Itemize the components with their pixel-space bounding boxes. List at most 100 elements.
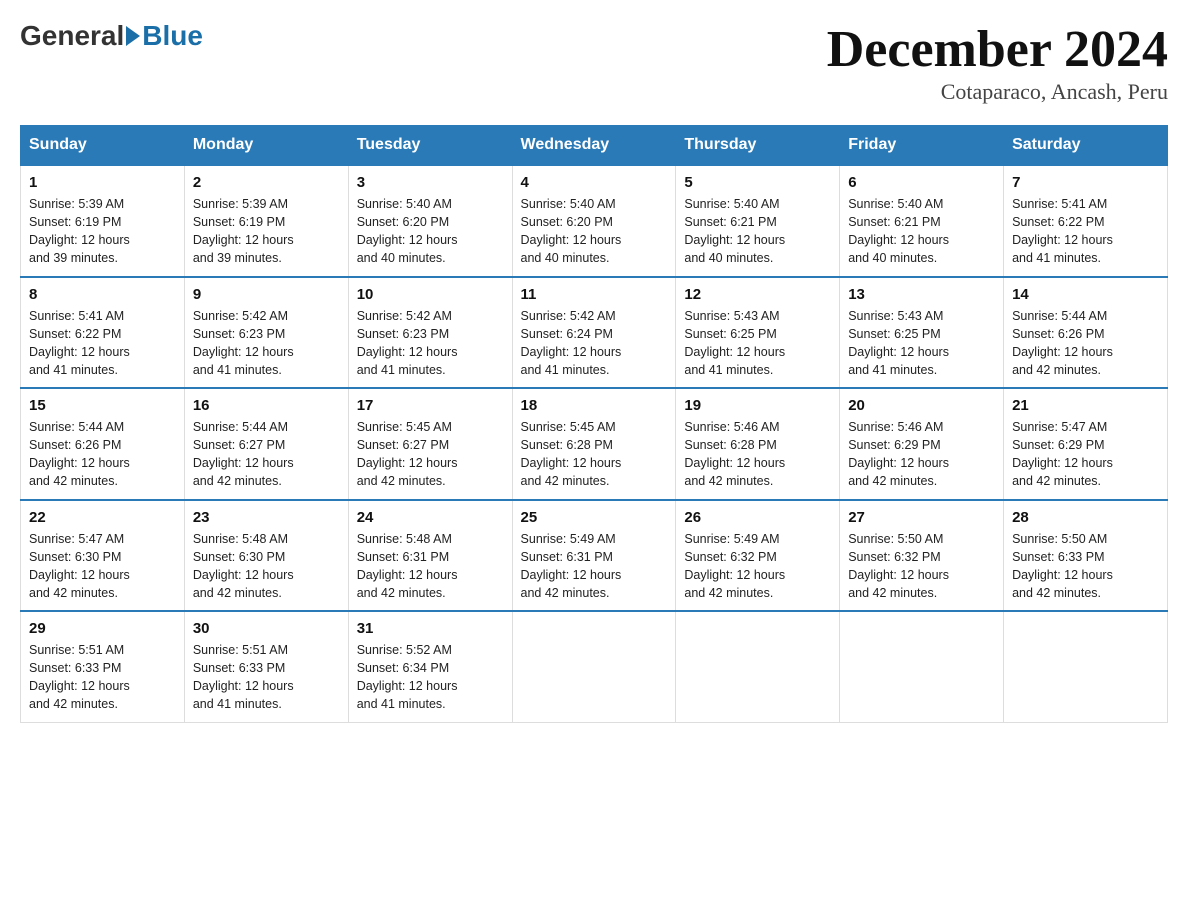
title-area: December 2024 Cotaparaco, Ancash, Peru xyxy=(827,20,1168,105)
column-header-thursday: Thursday xyxy=(676,126,840,166)
day-number: 23 xyxy=(193,509,340,526)
calendar-cell: 6 Sunrise: 5:40 AMSunset: 6:21 PMDayligh… xyxy=(840,165,1004,277)
day-info: Sunrise: 5:42 AMSunset: 6:24 PMDaylight:… xyxy=(521,309,622,377)
calendar-cell: 22 Sunrise: 5:47 AMSunset: 6:30 PMDaylig… xyxy=(21,500,185,612)
day-info: Sunrise: 5:47 AMSunset: 6:30 PMDaylight:… xyxy=(29,532,130,600)
day-info: Sunrise: 5:47 AMSunset: 6:29 PMDaylight:… xyxy=(1012,420,1113,488)
column-header-sunday: Sunday xyxy=(21,126,185,166)
calendar-cell: 17 Sunrise: 5:45 AMSunset: 6:27 PMDaylig… xyxy=(348,388,512,500)
day-number: 7 xyxy=(1012,174,1159,191)
day-info: Sunrise: 5:50 AMSunset: 6:32 PMDaylight:… xyxy=(848,532,949,600)
calendar-cell xyxy=(1004,611,1168,722)
day-number: 20 xyxy=(848,397,995,414)
day-info: Sunrise: 5:40 AMSunset: 6:21 PMDaylight:… xyxy=(848,197,949,265)
calendar-week-row: 8 Sunrise: 5:41 AMSunset: 6:22 PMDayligh… xyxy=(21,277,1168,389)
day-info: Sunrise: 5:45 AMSunset: 6:27 PMDaylight:… xyxy=(357,420,458,488)
logo-arrow-icon xyxy=(126,26,140,46)
day-number: 16 xyxy=(193,397,340,414)
calendar-cell: 9 Sunrise: 5:42 AMSunset: 6:23 PMDayligh… xyxy=(184,277,348,389)
day-info: Sunrise: 5:43 AMSunset: 6:25 PMDaylight:… xyxy=(684,309,785,377)
day-number: 27 xyxy=(848,509,995,526)
calendar-cell: 2 Sunrise: 5:39 AMSunset: 6:19 PMDayligh… xyxy=(184,165,348,277)
day-info: Sunrise: 5:51 AMSunset: 6:33 PMDaylight:… xyxy=(193,643,294,711)
day-number: 24 xyxy=(357,509,504,526)
day-number: 19 xyxy=(684,397,831,414)
column-header-tuesday: Tuesday xyxy=(348,126,512,166)
day-number: 14 xyxy=(1012,286,1159,303)
calendar-cell: 27 Sunrise: 5:50 AMSunset: 6:32 PMDaylig… xyxy=(840,500,1004,612)
calendar-header-row: SundayMondayTuesdayWednesdayThursdayFrid… xyxy=(21,126,1168,166)
day-info: Sunrise: 5:40 AMSunset: 6:21 PMDaylight:… xyxy=(684,197,785,265)
day-number: 18 xyxy=(521,397,668,414)
day-number: 6 xyxy=(848,174,995,191)
calendar-subtitle: Cotaparaco, Ancash, Peru xyxy=(827,79,1168,105)
day-info: Sunrise: 5:44 AMSunset: 6:26 PMDaylight:… xyxy=(1012,309,1113,377)
calendar-cell: 29 Sunrise: 5:51 AMSunset: 6:33 PMDaylig… xyxy=(21,611,185,722)
day-info: Sunrise: 5:39 AMSunset: 6:19 PMDaylight:… xyxy=(193,197,294,265)
calendar-cell: 20 Sunrise: 5:46 AMSunset: 6:29 PMDaylig… xyxy=(840,388,1004,500)
day-info: Sunrise: 5:44 AMSunset: 6:26 PMDaylight:… xyxy=(29,420,130,488)
calendar-week-row: 29 Sunrise: 5:51 AMSunset: 6:33 PMDaylig… xyxy=(21,611,1168,722)
calendar-cell: 21 Sunrise: 5:47 AMSunset: 6:29 PMDaylig… xyxy=(1004,388,1168,500)
day-info: Sunrise: 5:40 AMSunset: 6:20 PMDaylight:… xyxy=(357,197,458,265)
calendar-cell: 7 Sunrise: 5:41 AMSunset: 6:22 PMDayligh… xyxy=(1004,165,1168,277)
column-header-friday: Friday xyxy=(840,126,1004,166)
day-number: 26 xyxy=(684,509,831,526)
calendar-cell: 1 Sunrise: 5:39 AMSunset: 6:19 PMDayligh… xyxy=(21,165,185,277)
calendar-cell: 25 Sunrise: 5:49 AMSunset: 6:31 PMDaylig… xyxy=(512,500,676,612)
calendar-cell: 11 Sunrise: 5:42 AMSunset: 6:24 PMDaylig… xyxy=(512,277,676,389)
day-info: Sunrise: 5:52 AMSunset: 6:34 PMDaylight:… xyxy=(357,643,458,711)
calendar-cell: 19 Sunrise: 5:46 AMSunset: 6:28 PMDaylig… xyxy=(676,388,840,500)
day-info: Sunrise: 5:49 AMSunset: 6:32 PMDaylight:… xyxy=(684,532,785,600)
day-number: 8 xyxy=(29,286,176,303)
day-info: Sunrise: 5:48 AMSunset: 6:30 PMDaylight:… xyxy=(193,532,294,600)
day-info: Sunrise: 5:46 AMSunset: 6:29 PMDaylight:… xyxy=(848,420,949,488)
calendar-cell: 15 Sunrise: 5:44 AMSunset: 6:26 PMDaylig… xyxy=(21,388,185,500)
calendar-cell: 12 Sunrise: 5:43 AMSunset: 6:25 PMDaylig… xyxy=(676,277,840,389)
day-info: Sunrise: 5:40 AMSunset: 6:20 PMDaylight:… xyxy=(521,197,622,265)
calendar-cell: 31 Sunrise: 5:52 AMSunset: 6:34 PMDaylig… xyxy=(348,611,512,722)
day-number: 1 xyxy=(29,174,176,191)
day-info: Sunrise: 5:51 AMSunset: 6:33 PMDaylight:… xyxy=(29,643,130,711)
day-number: 2 xyxy=(193,174,340,191)
day-number: 10 xyxy=(357,286,504,303)
calendar-week-row: 15 Sunrise: 5:44 AMSunset: 6:26 PMDaylig… xyxy=(21,388,1168,500)
day-number: 21 xyxy=(1012,397,1159,414)
calendar-cell xyxy=(840,611,1004,722)
day-number: 13 xyxy=(848,286,995,303)
calendar-cell: 30 Sunrise: 5:51 AMSunset: 6:33 PMDaylig… xyxy=(184,611,348,722)
logo-blue-text: Blue xyxy=(142,20,203,52)
day-info: Sunrise: 5:42 AMSunset: 6:23 PMDaylight:… xyxy=(193,309,294,377)
calendar-cell: 13 Sunrise: 5:43 AMSunset: 6:25 PMDaylig… xyxy=(840,277,1004,389)
calendar-cell xyxy=(676,611,840,722)
day-number: 5 xyxy=(684,174,831,191)
day-info: Sunrise: 5:42 AMSunset: 6:23 PMDaylight:… xyxy=(357,309,458,377)
calendar-cell: 26 Sunrise: 5:49 AMSunset: 6:32 PMDaylig… xyxy=(676,500,840,612)
day-number: 28 xyxy=(1012,509,1159,526)
day-number: 9 xyxy=(193,286,340,303)
day-info: Sunrise: 5:39 AMSunset: 6:19 PMDaylight:… xyxy=(29,197,130,265)
day-number: 30 xyxy=(193,620,340,637)
day-number: 31 xyxy=(357,620,504,637)
day-number: 15 xyxy=(29,397,176,414)
day-info: Sunrise: 5:43 AMSunset: 6:25 PMDaylight:… xyxy=(848,309,949,377)
page-header: General Blue December 2024 Cotaparaco, A… xyxy=(20,20,1168,105)
calendar-cell: 16 Sunrise: 5:44 AMSunset: 6:27 PMDaylig… xyxy=(184,388,348,500)
day-info: Sunrise: 5:50 AMSunset: 6:33 PMDaylight:… xyxy=(1012,532,1113,600)
calendar-cell: 3 Sunrise: 5:40 AMSunset: 6:20 PMDayligh… xyxy=(348,165,512,277)
day-info: Sunrise: 5:41 AMSunset: 6:22 PMDaylight:… xyxy=(29,309,130,377)
day-info: Sunrise: 5:48 AMSunset: 6:31 PMDaylight:… xyxy=(357,532,458,600)
calendar-cell: 24 Sunrise: 5:48 AMSunset: 6:31 PMDaylig… xyxy=(348,500,512,612)
day-number: 17 xyxy=(357,397,504,414)
calendar-cell: 4 Sunrise: 5:40 AMSunset: 6:20 PMDayligh… xyxy=(512,165,676,277)
calendar-title: December 2024 xyxy=(827,20,1168,79)
calendar-cell: 28 Sunrise: 5:50 AMSunset: 6:33 PMDaylig… xyxy=(1004,500,1168,612)
calendar-cell: 10 Sunrise: 5:42 AMSunset: 6:23 PMDaylig… xyxy=(348,277,512,389)
day-number: 25 xyxy=(521,509,668,526)
logo-general-text: General xyxy=(20,20,124,52)
day-number: 29 xyxy=(29,620,176,637)
day-number: 12 xyxy=(684,286,831,303)
calendar-cell: 8 Sunrise: 5:41 AMSunset: 6:22 PMDayligh… xyxy=(21,277,185,389)
day-number: 22 xyxy=(29,509,176,526)
calendar-cell xyxy=(512,611,676,722)
